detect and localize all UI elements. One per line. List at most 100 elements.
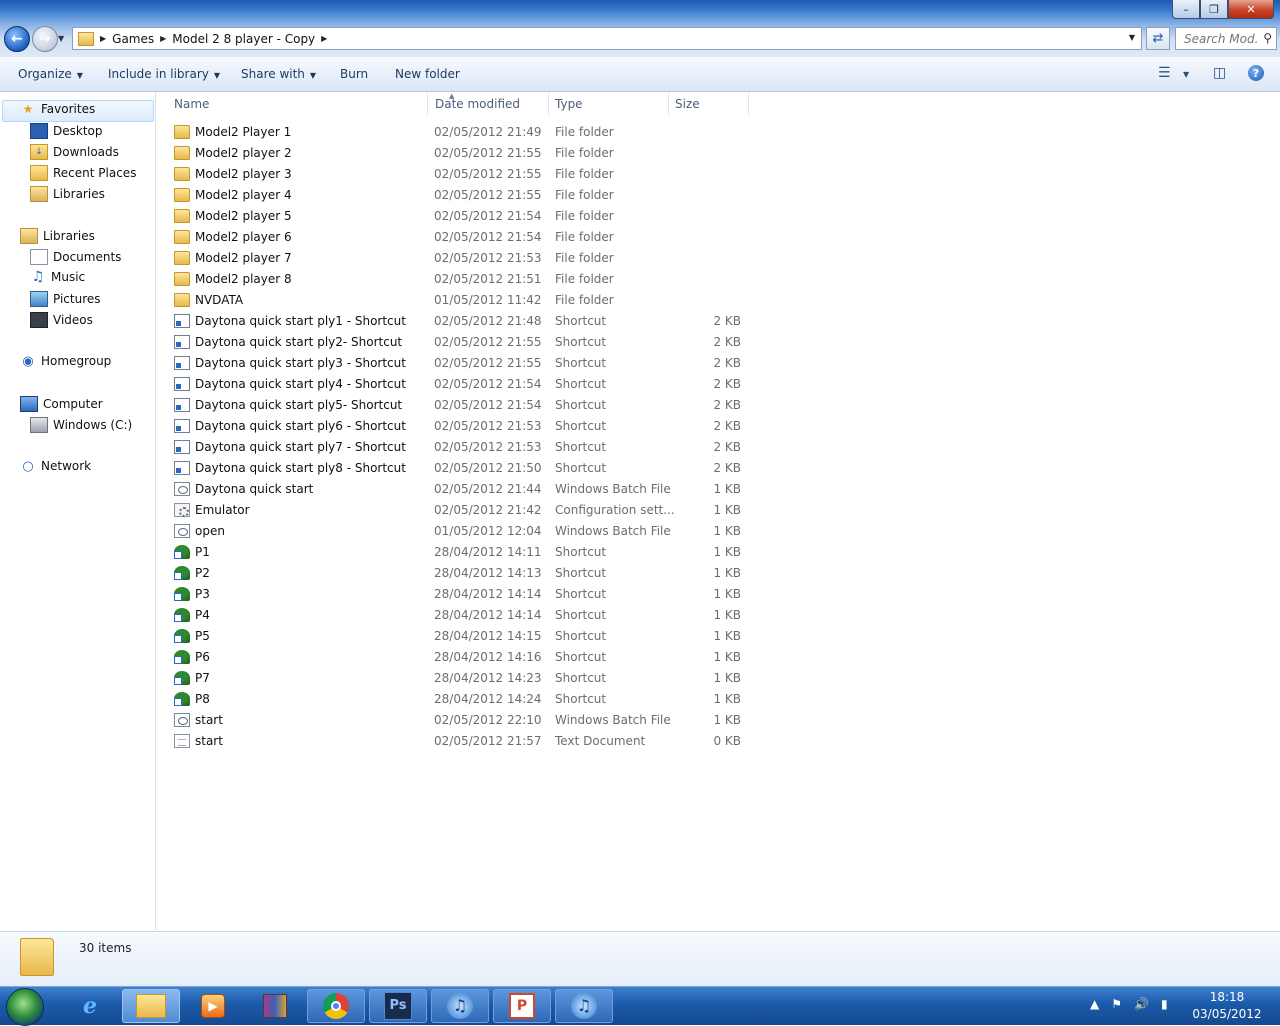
forward-button[interactable]: → bbox=[32, 26, 58, 52]
file-date-modified: 02/05/2012 21:54 bbox=[434, 398, 542, 412]
chevron-right-icon[interactable]: ▶ bbox=[100, 34, 106, 43]
nav-documents-label: Documents bbox=[53, 250, 122, 264]
file-row[interactable]: start 02/05/2012 21:57 Text Document 0 KB bbox=[156, 731, 756, 752]
column-header-name[interactable]: Name bbox=[168, 92, 428, 116]
minimize-button[interactable]: – bbox=[1172, 0, 1200, 19]
show-hidden-icons-icon[interactable]: ▲ bbox=[1090, 997, 1099, 1011]
file-row[interactable]: Daytona quick start ply2- Shortcut 02/05/… bbox=[156, 332, 756, 353]
winrar-icon[interactable] bbox=[246, 989, 304, 1023]
downloads-icon: ↓ bbox=[30, 144, 48, 160]
recent-pages-dropdown-icon[interactable]: ▼ bbox=[58, 34, 64, 43]
column-header-size[interactable]: Size bbox=[669, 92, 749, 116]
view-options-chevron-icon[interactable]: ▼ bbox=[1183, 70, 1189, 79]
breadcrumb-games[interactable]: Games bbox=[112, 32, 154, 46]
file-type: Shortcut bbox=[555, 398, 607, 412]
itunes-icon[interactable]: ♫ bbox=[431, 989, 489, 1023]
file-row[interactable]: Daytona quick start ply4 - Shortcut 02/05… bbox=[156, 374, 756, 395]
change-view-icon[interactable]: ☰ bbox=[1158, 65, 1171, 81]
clock[interactable]: 18:18 03/05/2012 bbox=[1190, 989, 1264, 1023]
organize-button[interactable]: Organize ▼ bbox=[18, 67, 83, 81]
file-row[interactable]: Daytona quick start ply7 - Shortcut 02/05… bbox=[156, 437, 756, 458]
nav-pictures[interactable]: Pictures bbox=[30, 291, 101, 307]
nav-computer[interactable]: Computer bbox=[20, 396, 103, 412]
file-row[interactable]: P8 28/04/2012 14:24 Shortcut 1 KB bbox=[156, 689, 756, 710]
folder-icon bbox=[174, 230, 190, 244]
folder-icon bbox=[174, 188, 190, 202]
search-input[interactable] bbox=[1182, 31, 1260, 47]
help-icon[interactable]: ? bbox=[1248, 65, 1264, 81]
photoshop-icon[interactable]: Ps bbox=[369, 989, 427, 1023]
file-row[interactable]: start 02/05/2012 22:10 Windows Batch File 1… bbox=[156, 710, 756, 731]
game-shortcut-icon bbox=[174, 692, 190, 706]
file-row[interactable]: Daytona quick start ply5- Shortcut 02/05/… bbox=[156, 395, 756, 416]
file-row[interactable]: Model2 player 5 02/05/2012 21:54 File fold… bbox=[156, 206, 756, 227]
share-with-button[interactable]: Share with ▼ bbox=[241, 67, 316, 81]
file-row[interactable]: Daytona quick start 02/05/2012 21:44 Windo… bbox=[156, 479, 756, 500]
start-button[interactable] bbox=[6, 988, 44, 1026]
nav-libraries[interactable]: Libraries bbox=[20, 228, 95, 244]
internet-explorer-icon[interactable]: e bbox=[61, 989, 119, 1023]
file-row[interactable]: Model2 player 3 02/05/2012 21:55 File fold… bbox=[156, 164, 756, 185]
nav-favorites[interactable]: ★ Favorites bbox=[20, 102, 96, 116]
file-row[interactable]: Model2 player 4 02/05/2012 21:55 File fold… bbox=[156, 185, 756, 206]
nav-downloads[interactable]: ↓ Downloads bbox=[30, 144, 119, 160]
file-row[interactable]: Model2 player 7 02/05/2012 21:53 File fold… bbox=[156, 248, 756, 269]
file-row[interactable]: Model2 Player 1 02/05/2012 21:49 File fold… bbox=[156, 122, 756, 143]
chrome-icon[interactable] bbox=[307, 989, 365, 1023]
file-row[interactable]: Daytona quick start ply3 - Shortcut 02/05… bbox=[156, 353, 756, 374]
file-row[interactable]: Daytona quick start ply6 - Shortcut 02/05… bbox=[156, 416, 756, 437]
back-button[interactable]: ← bbox=[4, 26, 30, 52]
column-header-date[interactable]: Date modified bbox=[429, 92, 549, 116]
search-icon[interactable]: ⚲ bbox=[1263, 31, 1272, 45]
file-row[interactable]: NVDATA 01/05/2012 11:42 File folder bbox=[156, 290, 756, 311]
preview-pane-icon[interactable]: ◫ bbox=[1213, 65, 1226, 81]
explorer-icon[interactable] bbox=[122, 989, 180, 1023]
file-row[interactable]: Daytona quick start ply1 - Shortcut 02/05… bbox=[156, 311, 756, 332]
file-row[interactable]: P2 28/04/2012 14:13 Shortcut 1 KB bbox=[156, 563, 756, 584]
file-row[interactable]: Model2 player 2 02/05/2012 21:55 File fold… bbox=[156, 143, 756, 164]
nav-network[interactable]: ○ Network bbox=[20, 459, 91, 474]
file-row[interactable]: Model2 player 6 02/05/2012 21:54 File fold… bbox=[156, 227, 756, 248]
address-dropdown-icon[interactable]: ▼ bbox=[1129, 33, 1135, 42]
item-count: 30 items bbox=[79, 941, 132, 955]
burn-button[interactable]: Burn bbox=[340, 67, 368, 81]
file-row[interactable]: P5 28/04/2012 14:15 Shortcut 1 KB bbox=[156, 626, 756, 647]
close-button[interactable]: ✕ bbox=[1228, 0, 1274, 19]
file-row[interactable]: P1 28/04/2012 14:11 Shortcut 1 KB bbox=[156, 542, 756, 563]
file-row[interactable]: Daytona quick start ply8 - Shortcut 02/05… bbox=[156, 458, 756, 479]
media-player-icon[interactable]: ▶ bbox=[184, 989, 242, 1023]
file-type: Shortcut bbox=[555, 440, 607, 454]
nav-recent-places[interactable]: Recent Places bbox=[30, 165, 136, 181]
chevron-right-icon[interactable]: ▶ bbox=[160, 34, 166, 43]
refresh-button[interactable]: ⇄ bbox=[1146, 27, 1170, 50]
network-signal-icon[interactable]: ▮ bbox=[1161, 997, 1168, 1011]
address-bar[interactable]: ▶ Games ▶ Model 2 8 player - Copy ▶ ▼ bbox=[72, 27, 1142, 50]
nav-windows-c[interactable]: Windows (C:) bbox=[30, 417, 132, 433]
search-box[interactable]: ⚲ bbox=[1175, 27, 1277, 50]
new-folder-button[interactable]: New folder bbox=[395, 67, 460, 81]
file-date-modified: 28/04/2012 14:13 bbox=[434, 566, 542, 580]
nav-desktop[interactable]: Desktop bbox=[30, 123, 103, 139]
file-date-modified: 28/04/2012 14:11 bbox=[434, 545, 542, 559]
file-row[interactable]: P3 28/04/2012 14:14 Shortcut 1 KB bbox=[156, 584, 756, 605]
action-center-flag-icon[interactable]: ⚑ bbox=[1111, 997, 1122, 1011]
breadcrumb-current-folder[interactable]: Model 2 8 player - Copy bbox=[172, 32, 315, 46]
file-row[interactable]: open 01/05/2012 12:04 Windows Batch File 1 … bbox=[156, 521, 756, 542]
file-row[interactable]: P7 28/04/2012 14:23 Shortcut 1 KB bbox=[156, 668, 756, 689]
nav-videos[interactable]: Videos bbox=[30, 312, 93, 328]
powerpoint-icon[interactable]: P bbox=[493, 989, 551, 1023]
maximize-button[interactable]: ❐ bbox=[1200, 0, 1228, 19]
file-row[interactable]: Model2 player 8 02/05/2012 21:51 File fold… bbox=[156, 269, 756, 290]
nav-documents[interactable]: Documents bbox=[30, 249, 121, 265]
itunes-icon[interactable]: ♫ bbox=[555, 989, 613, 1023]
nav-music[interactable]: ♫ Music bbox=[30, 269, 85, 285]
file-row[interactable]: P4 28/04/2012 14:14 Shortcut 1 KB bbox=[156, 605, 756, 626]
volume-icon[interactable]: 🔊 bbox=[1134, 997, 1149, 1011]
file-row[interactable]: Emulator 02/05/2012 21:42 Configuration se… bbox=[156, 500, 756, 521]
chevron-right-icon[interactable]: ▶ bbox=[321, 34, 327, 43]
column-header-type[interactable]: Type bbox=[549, 92, 669, 116]
include-in-library-button[interactable]: Include in library ▼ bbox=[108, 67, 220, 81]
nav-homegroup[interactable]: ◉ Homegroup bbox=[20, 354, 111, 369]
file-row[interactable]: P6 28/04/2012 14:16 Shortcut 1 KB bbox=[156, 647, 756, 668]
nav-favorites-libraries[interactable]: Libraries bbox=[30, 186, 105, 202]
